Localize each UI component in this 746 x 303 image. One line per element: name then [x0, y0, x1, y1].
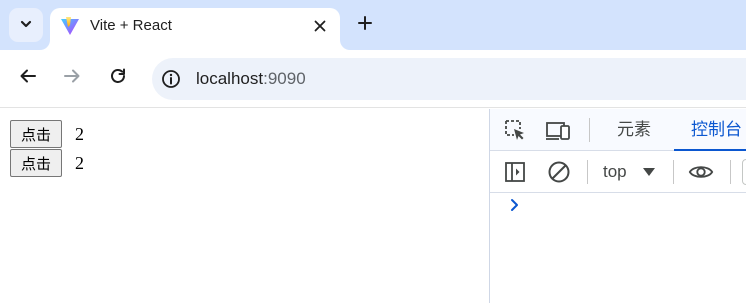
- click-button[interactable]: 点击: [10, 149, 62, 177]
- count-value: 2: [75, 123, 84, 144]
- browser-tab-active[interactable]: Vite + React: [50, 8, 340, 50]
- console-toolbar-separator: [587, 160, 588, 184]
- count-value: 2: [75, 152, 84, 173]
- devtools-panel: 元素 控制台 top: [489, 109, 746, 303]
- eye-icon[interactable]: [688, 159, 714, 185]
- chevron-down-icon: [19, 16, 33, 35]
- url-port: :9090: [263, 69, 306, 88]
- search-tabs-button[interactable]: [9, 8, 43, 42]
- chevron-right-icon[interactable]: [508, 197, 522, 213]
- tab-title: Vite + React: [90, 17, 172, 34]
- click-button[interactable]: 点击: [10, 120, 62, 148]
- address-url: localhost:9090: [196, 68, 306, 90]
- inspect-element-icon[interactable]: [502, 117, 528, 143]
- tab-strip: Vite + React: [0, 0, 746, 50]
- reload-icon: [109, 67, 127, 89]
- counter-row: 点击 2: [10, 120, 84, 148]
- tab-console[interactable]: 控制台: [691, 119, 742, 141]
- context-selector[interactable]: top: [603, 161, 655, 183]
- page-viewport: 点击 2 点击 2: [0, 109, 489, 303]
- forward-button[interactable]: [58, 64, 86, 92]
- clear-console-icon[interactable]: [546, 159, 572, 185]
- device-toolbar-icon[interactable]: [545, 117, 571, 143]
- browser-toolbar: localhost:9090: [0, 50, 746, 108]
- devtools-tab-separator: [589, 118, 590, 142]
- console-filter-input[interactable]: [742, 159, 746, 185]
- devtools-tab-bar: 元素 控制台: [490, 109, 746, 151]
- info-icon[interactable]: [161, 69, 181, 89]
- reload-button[interactable]: [104, 64, 132, 92]
- back-button[interactable]: [14, 64, 42, 92]
- new-tab-button[interactable]: [352, 12, 378, 38]
- console-toolbar-separator: [730, 160, 731, 184]
- tab-elements[interactable]: 元素: [617, 119, 651, 141]
- console-toolbar: top: [490, 151, 746, 193]
- plus-icon: [357, 15, 373, 35]
- context-selector-label: top: [603, 162, 627, 181]
- vite-logo-icon: [60, 16, 80, 36]
- sidebar-toggle-icon[interactable]: [502, 159, 528, 185]
- console-toolbar-separator: [673, 160, 674, 184]
- counter-row: 点击 2: [10, 149, 84, 177]
- url-host: localhost: [196, 69, 264, 88]
- arrow-left-icon: [19, 67, 37, 89]
- arrow-right-icon: [63, 67, 81, 89]
- address-bar[interactable]: localhost:9090: [152, 58, 746, 100]
- close-icon[interactable]: [310, 16, 330, 36]
- caret-down-icon: [642, 168, 655, 176]
